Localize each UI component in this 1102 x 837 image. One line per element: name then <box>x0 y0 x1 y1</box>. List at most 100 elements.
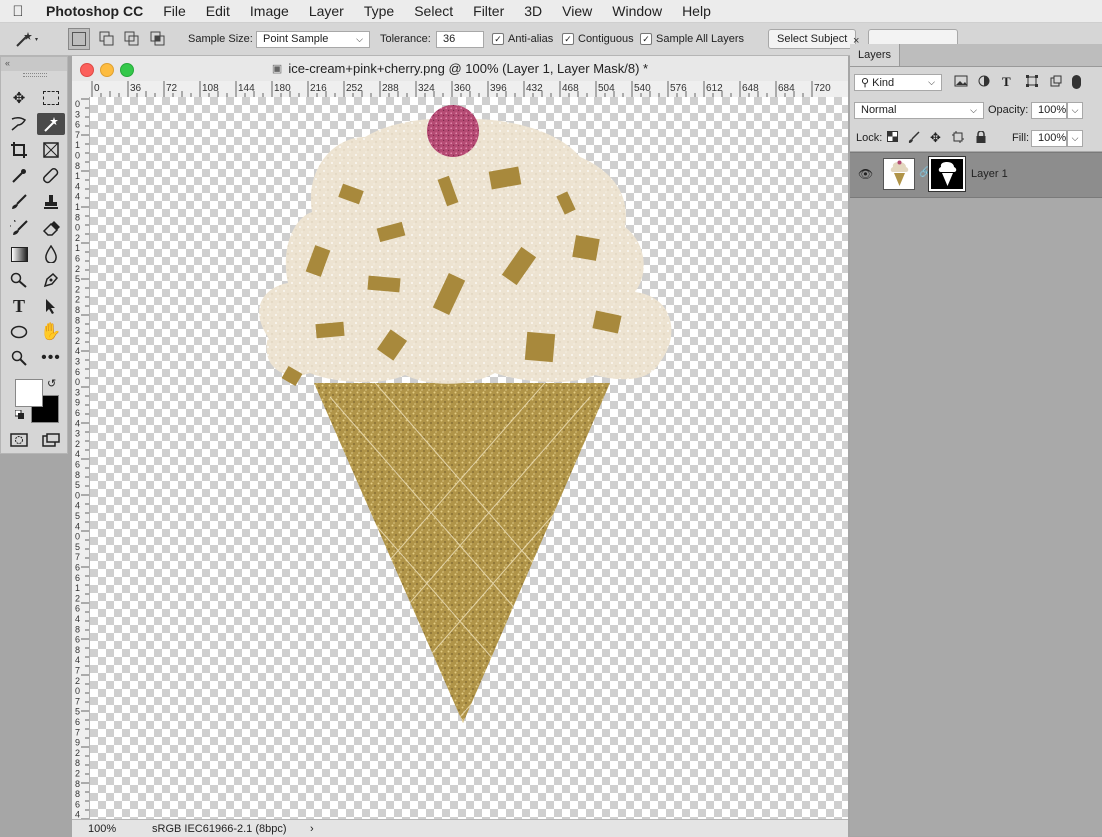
layer-row-layer-1[interactable]: 👁 🔗 Layer 1 <box>850 152 1102 198</box>
lock-transparent-icon[interactable] <box>887 131 898 145</box>
eraser-tool-icon[interactable] <box>39 217 63 239</box>
apple-logo-icon[interactable]:  <box>0 3 36 20</box>
dodge-tool-icon[interactable] <box>7 269 31 291</box>
intersect-selection-icon[interactable] <box>150 23 166 55</box>
tolerance-input[interactable]: 36 <box>436 30 484 48</box>
tab-layers[interactable]: Layers <box>850 44 901 66</box>
foreground-color-swatch[interactable] <box>15 379 43 407</box>
menu-image[interactable]: Image <box>250 3 289 19</box>
contiguous-checkbox[interactable]: ✓ Contiguous <box>562 23 634 55</box>
ruler-label: 8 <box>75 470 80 480</box>
sample-all-layers-checkbox[interactable]: ✓ Sample All Layers <box>640 23 744 55</box>
add-to-selection-icon[interactable] <box>99 23 115 55</box>
menu-file[interactable]: File <box>163 3 186 19</box>
document-file-icon: ▣ <box>271 63 283 75</box>
menu-layer[interactable]: Layer <box>309 3 344 19</box>
layer-mask-thumbnail[interactable] <box>928 156 966 192</box>
layer-thumbnail[interactable] <box>883 158 915 190</box>
filter-row: ⚲ Kind ⌵ T <box>850 71 1102 93</box>
pen-tool-icon[interactable] <box>39 269 63 291</box>
ruler-label: 8 <box>75 161 80 171</box>
menu-filter[interactable]: Filter <box>473 3 504 19</box>
lock-all-icon[interactable] <box>976 129 986 146</box>
opacity-dropdown-icon[interactable]: ⌵ <box>1067 101 1083 119</box>
lock-artboard-icon[interactable] <box>952 130 964 146</box>
ruler-label: 9 <box>75 738 80 748</box>
fill-dropdown-icon[interactable]: ⌵ <box>1067 129 1083 147</box>
type-tool-icon[interactable]: T <box>7 295 31 317</box>
lasso-tool-icon[interactable] <box>7 113 31 135</box>
lock-position-icon[interactable]: ✥ <box>930 130 941 146</box>
swap-colors-icon[interactable]: ↺ <box>47 377 56 390</box>
screen-mode-icon[interactable] <box>39 429 63 451</box>
minimize-window-button[interactable] <box>100 63 114 77</box>
fill-input[interactable]: 100% <box>1031 129 1067 147</box>
path-selection-icon[interactable] <box>39 295 63 317</box>
tools-panel-header[interactable]: « <box>1 57 67 71</box>
select-subject-button[interactable]: Select Subject <box>768 29 856 49</box>
ruler-label: 4 <box>75 521 80 531</box>
smart-object-filter-icon[interactable] <box>1050 75 1062 90</box>
magic-wand-preset-icon[interactable] <box>14 23 42 55</box>
ruler-label: 0 <box>75 377 80 387</box>
ruler-label: 6 <box>75 254 80 264</box>
frame-tool-icon[interactable] <box>39 139 63 161</box>
shape-filter-icon[interactable] <box>1026 74 1038 90</box>
menu-type[interactable]: Type <box>364 3 394 19</box>
zoom-level[interactable]: 100% <box>72 823 148 835</box>
anti-alias-checkbox[interactable]: ✓ Anti-alias <box>492 23 553 55</box>
brush-tool-icon[interactable] <box>7 191 31 213</box>
menu-select[interactable]: Select <box>414 3 453 19</box>
gradient-tool-icon[interactable] <box>7 243 31 265</box>
menu-help[interactable]: Help <box>682 3 711 19</box>
panel-grip[interactable] <box>23 73 47 77</box>
status-menu-arrow[interactable]: › <box>310 823 314 835</box>
healing-brush-icon[interactable] <box>39 165 63 187</box>
menu-edit[interactable]: Edit <box>206 3 230 19</box>
new-selection-icon[interactable] <box>68 28 90 50</box>
default-colors-icon[interactable] <box>14 409 25 419</box>
eye-visibility-icon[interactable]: 👁 <box>858 167 873 181</box>
image-filter-icon[interactable] <box>954 75 968 90</box>
menu-app-name[interactable]: Photoshop CC <box>46 3 143 19</box>
subtract-from-selection-icon[interactable] <box>124 23 140 55</box>
horizontal-ruler[interactable]: 0 36 72 108 144 180 216 252 288 324 360 396 432 468 50… <box>90 81 848 98</box>
filter-toggle-icon[interactable] <box>1072 75 1081 89</box>
layers-controls: ⚲ Kind ⌵ T Normal ⌵ Opacity: 100% ⌵ Lock… <box>850 67 1102 151</box>
opacity-input[interactable]: 100% <box>1031 101 1067 119</box>
hand-tool-icon[interactable]: ✋ <box>39 321 63 343</box>
history-brush-icon[interactable] <box>7 217 31 239</box>
tolerance-label: Tolerance: <box>380 33 431 45</box>
ruler-label: 8 <box>75 305 80 315</box>
zoom-window-button[interactable] <box>120 63 134 77</box>
menu-bar:  Photoshop CC File Edit Image Layer Typ… <box>0 0 1102 23</box>
ruler-origin[interactable] <box>72 81 90 98</box>
canvas[interactable] <box>90 97 848 819</box>
move-tool-icon[interactable]: ✥ <box>7 87 31 109</box>
close-window-button[interactable] <box>80 63 94 77</box>
blur-tool-icon[interactable] <box>39 243 63 265</box>
adjustment-filter-icon[interactable] <box>978 75 990 90</box>
menu-view[interactable]: View <box>562 3 592 19</box>
crop-tool-icon[interactable] <box>7 139 31 161</box>
more-tools-icon[interactable]: ••• <box>39 347 63 369</box>
clone-stamp-icon[interactable] <box>39 191 63 213</box>
blend-mode-select[interactable]: Normal ⌵ <box>854 101 984 119</box>
magic-wand-tool-icon[interactable] <box>37 113 65 135</box>
ellipse-tool-icon[interactable] <box>7 321 31 343</box>
ruler-label: 0 <box>75 99 80 109</box>
zoom-tool-icon[interactable] <box>7 347 31 369</box>
layer-name[interactable]: Layer 1 <box>971 168 1008 180</box>
sample-size-select[interactable]: Point Sample ⌵ <box>256 30 370 48</box>
rectangular-marquee-icon[interactable] <box>39 87 63 109</box>
menu-3d[interactable]: 3D <box>524 3 542 19</box>
menu-window[interactable]: Window <box>612 3 662 19</box>
vertical-ruler[interactable]: 0367108144180216252288324360396432468504… <box>72 97 90 819</box>
document-title-bar[interactable]: ▣ ice-cream+pink+cherry.png @ 100% (Laye… <box>72 56 848 82</box>
eyedropper-tool-icon[interactable] <box>7 165 31 187</box>
kind-filter-select[interactable]: ⚲ Kind ⌵ <box>854 73 942 91</box>
quick-mask-icon[interactable] <box>7 429 31 451</box>
checkmark-icon: ✓ <box>492 33 504 45</box>
lock-pixels-icon[interactable] <box>908 130 920 146</box>
type-filter-icon[interactable]: T <box>1002 74 1011 90</box>
